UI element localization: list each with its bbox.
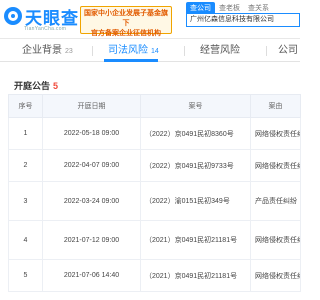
cell-case-number[interactable]: （2021）京0491民初21181号 bbox=[140, 259, 251, 292]
cell-reason: 网络侵权责任纠纷 bbox=[250, 149, 301, 182]
cell-case-number[interactable]: （2021）京0491民初21181号 bbox=[140, 220, 251, 260]
eye-logo-icon bbox=[4, 7, 22, 25]
active-tab-indicator bbox=[104, 59, 158, 62]
tab-count: 23 bbox=[65, 48, 73, 55]
tab-label: 公司 bbox=[278, 45, 298, 56]
logo-text: 天眼查 bbox=[25, 8, 79, 28]
tab-company-background[interactable]: 企业背景 23 bbox=[22, 39, 73, 62]
cell-date: 2021-07-06 14:40 bbox=[42, 259, 141, 292]
promo-line-1: 国家中小企业发展子基金旗下 bbox=[84, 10, 168, 27]
tab-divider bbox=[92, 46, 93, 56]
cell-case-number[interactable]: （2022）渝0151民初349号 bbox=[140, 181, 251, 221]
site-logo[interactable]: 天眼查 bbox=[4, 4, 79, 28]
cell-no: 4 bbox=[8, 220, 43, 260]
cell-no: 1 bbox=[8, 117, 43, 150]
cell-case-number[interactable]: （2022）京0491民初9733号 bbox=[140, 149, 251, 182]
promo-banner[interactable]: 国家中小企业发展子基金旗下 官方备案企业征信机构 bbox=[80, 6, 172, 37]
tab-divider bbox=[184, 46, 185, 56]
search-input[interactable]: 广州亿森信息科技有限公司 bbox=[186, 13, 300, 27]
top-header: 天眼查 TianYanCha.com 国家中小企业发展子基金旗下 官方备案企业征… bbox=[0, 0, 300, 38]
cell-reason: 产品责任纠纷 bbox=[250, 181, 301, 221]
cell-reason: 网络侵权责任纠纷 bbox=[250, 259, 301, 292]
cell-date: 2022-05-18 09:00 bbox=[42, 117, 141, 150]
column-header-case: 案号 bbox=[140, 94, 251, 118]
cell-reason: 网络侵权责任纠纷 bbox=[250, 220, 301, 260]
court-hearing-table: 序号 开庭日期 案号 案由 1 2022-05-18 09:00 （2022）京… bbox=[8, 94, 301, 292]
cell-date: 2021-07-12 09:00 bbox=[42, 220, 141, 260]
cell-date: 2022-03-24 09:00 bbox=[42, 181, 141, 221]
section-title-text: 开庭公告 bbox=[14, 81, 51, 91]
cell-no: 2 bbox=[8, 149, 43, 182]
table-row[interactable]: 3 2022-03-24 09:00 （2022）渝0151民初349号 产品责… bbox=[8, 181, 301, 221]
logo-url: TianYanCha.com bbox=[24, 26, 67, 32]
cell-date: 2022-04-07 09:00 bbox=[42, 149, 141, 182]
column-header-date[interactable]: 开庭日期 bbox=[42, 94, 141, 118]
tab-operating-risk[interactable]: 经营风险 bbox=[200, 39, 240, 62]
tab-label: 司法风险 bbox=[108, 45, 148, 56]
table-row[interactable]: 4 2021-07-12 09:00 （2021）京0491民初21181号 网… bbox=[8, 220, 301, 260]
tab-label: 经营风险 bbox=[200, 45, 240, 56]
table-row[interactable]: 5 2021-07-06 14:40 （2021）京0491民初21181号 网… bbox=[8, 259, 301, 292]
cell-case-number[interactable]: （2022）京0491民初8360号 bbox=[140, 117, 251, 150]
section-count: 5 bbox=[53, 81, 59, 91]
tab-divider bbox=[266, 46, 267, 56]
table-header-row: 序号 开庭日期 案号 案由 bbox=[8, 94, 301, 118]
cell-no: 5 bbox=[8, 259, 43, 292]
table-row[interactable]: 1 2022-05-18 09:00 （2022）京0491民初8360号 网络… bbox=[8, 117, 301, 150]
table-row[interactable]: 2 2022-04-07 09:00 （2022）京0491民初9733号 网络… bbox=[8, 149, 301, 182]
tab-label: 企业背景 bbox=[22, 45, 62, 56]
tab-count: 14 bbox=[151, 48, 159, 55]
column-header-reason: 案由 bbox=[250, 94, 301, 118]
module-tab-bar: 企业背景 23 司法风险 14 经营风险 公司 bbox=[0, 38, 300, 62]
section-title: 开庭公告 5 bbox=[14, 79, 58, 92]
tab-company-more[interactable]: 公司 bbox=[278, 39, 298, 62]
cell-reason: 网络侵权责任纠纷 bbox=[250, 117, 301, 150]
cell-no: 3 bbox=[8, 181, 43, 221]
column-header-no: 序号 bbox=[8, 94, 43, 118]
